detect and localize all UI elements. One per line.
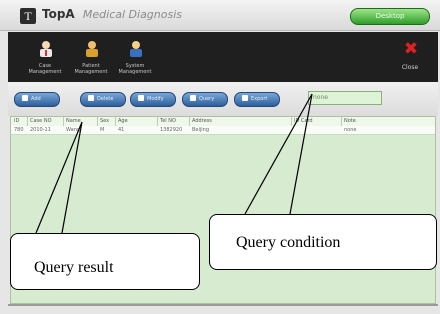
column-header[interactable]: Note <box>344 118 356 124</box>
close-icon: ✖ <box>403 39 419 59</box>
action-bar: Add Delete Modify Query Export none <box>8 82 438 116</box>
export-icon <box>242 95 248 101</box>
query-button[interactable]: Query <box>182 92 228 107</box>
column-header[interactable]: Age <box>118 118 128 124</box>
table-cell: 41 <box>118 127 125 133</box>
close-button[interactable]: ✖ Close <box>390 38 430 78</box>
query-condition-input[interactable]: none <box>308 91 382 105</box>
add-label: Add <box>31 96 41 102</box>
window-bottom-border <box>8 304 438 306</box>
app-subtitle: Medical Diagnosis <box>82 8 183 21</box>
query-result-callout: Query result <box>10 233 200 290</box>
case-management-button[interactable]: Case Management <box>24 38 66 78</box>
column-header[interactable]: Sex <box>100 118 109 124</box>
query-condition-callout: Query condition <box>209 214 437 270</box>
app-title: TopA Medical Diagnosis <box>42 7 182 21</box>
add-button[interactable]: Add <box>14 92 60 107</box>
case-management-label: Case Management <box>28 63 62 75</box>
modify-button[interactable]: Modify <box>130 92 176 107</box>
system-management-button[interactable]: System Management <box>114 38 156 78</box>
modify-icon <box>138 95 144 101</box>
table-cell: none <box>344 127 357 133</box>
admin-icon <box>130 41 142 57</box>
query-result-annotation: Query result <box>34 259 114 276</box>
add-icon <box>22 95 28 101</box>
title-bar: T TopA Medical Diagnosis Desktop <box>0 0 440 31</box>
app-logo-icon: T <box>20 8 36 24</box>
table-cell: Wang <box>66 127 81 133</box>
table-cell: 1382920 <box>160 127 183 133</box>
table-cell: 2010-11 <box>30 127 51 133</box>
table-cell: Beijing <box>192 127 210 133</box>
column-header[interactable]: Name <box>66 118 81 124</box>
column-header[interactable]: Address <box>192 118 212 124</box>
app-title-text: TopA <box>42 7 75 21</box>
query-condition-annotation: Query condition <box>236 234 341 251</box>
export-button[interactable]: Export <box>234 92 280 107</box>
doctor-icon <box>40 41 52 57</box>
delete-label: Delete <box>97 96 114 102</box>
query-icon <box>190 95 196 101</box>
table-cell: 780 <box>14 127 24 133</box>
close-label: Close <box>401 64 419 71</box>
patient-management-button[interactable]: Patient Management <box>70 38 112 78</box>
table-cell: M <box>100 127 105 133</box>
main-toolbar: Case Management Patient Management Syste… <box>8 32 438 82</box>
system-management-label: System Management <box>118 63 152 75</box>
export-label: Export <box>251 96 268 102</box>
query-label: Query <box>199 96 215 102</box>
patient-management-label: Patient Management <box>74 63 108 75</box>
table-row[interactable]: 780 2010-11 Wang M 41 1382920 Beijing no… <box>11 126 435 135</box>
column-header[interactable]: ID Card <box>294 118 313 124</box>
modify-label: Modify <box>147 96 164 102</box>
column-header[interactable]: ID <box>14 118 19 124</box>
column-header[interactable]: Case NO <box>30 118 52 124</box>
patient-icon <box>86 41 98 57</box>
status-pill[interactable]: Desktop <box>350 8 430 25</box>
column-header[interactable]: Tel NO <box>160 118 176 124</box>
delete-icon <box>88 95 94 101</box>
delete-button[interactable]: Delete <box>80 92 126 107</box>
